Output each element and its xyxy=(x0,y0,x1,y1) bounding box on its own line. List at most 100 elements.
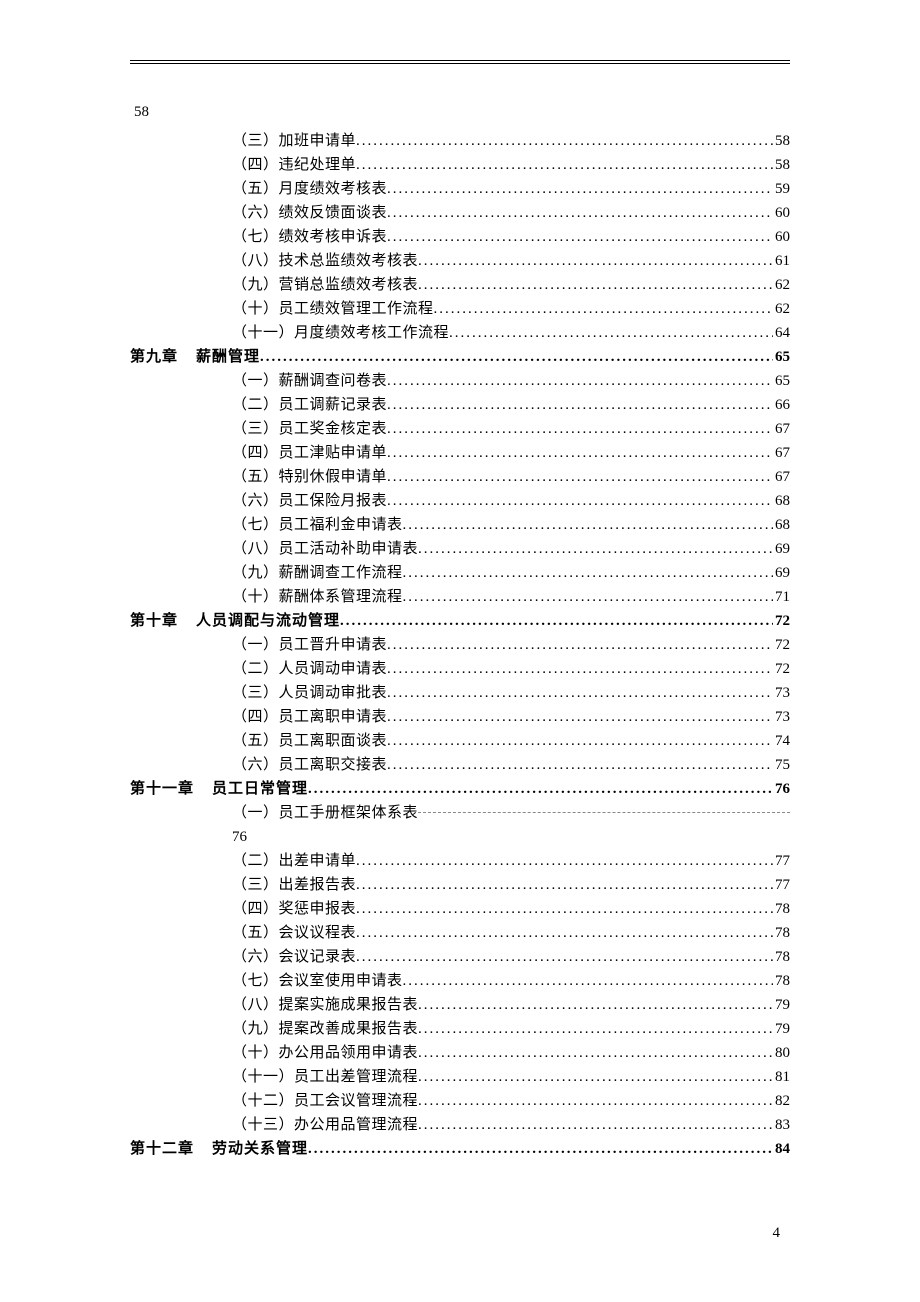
toc-leader-dots xyxy=(403,561,773,585)
toc-chapter-number: 第十二章 xyxy=(130,1137,194,1161)
toc-leader-dots xyxy=(418,1041,773,1065)
toc-entry-label: （四）违纪处理单 xyxy=(232,153,356,177)
toc-entry-label: （三）出差报告表 xyxy=(232,873,356,897)
toc-entry-label: （十三）办公用品管理流程 xyxy=(232,1113,418,1137)
toc-page-number: 67 xyxy=(773,441,790,465)
toc-entry: （六）员工保险月报表 68 xyxy=(130,489,790,513)
toc-page-number: 72 xyxy=(773,657,790,681)
toc-page-number: 68 xyxy=(773,489,790,513)
toc-entry-label: （一）员工晋升申请表 xyxy=(232,633,387,657)
toc-entry-label: （六）会议记录表 xyxy=(232,945,356,969)
toc-chapter-title: 人员调配与流动管理 xyxy=(196,609,340,633)
toc-page-number: 68 xyxy=(773,513,790,537)
toc-entry-label: （六）员工离职交接表 xyxy=(232,753,387,777)
toc-page-number: 69 xyxy=(773,561,790,585)
toc-chapter: 第十章人员调配与流动管理 72 xyxy=(130,609,790,633)
table-of-contents: （三）加班申请单 58（四）违纪处理单 58（五）月度绩效考核表 59（六）绩效… xyxy=(130,129,790,1161)
toc-page-number: 67 xyxy=(773,417,790,441)
toc-page-number: 82 xyxy=(773,1089,790,1113)
toc-leader-dots xyxy=(418,537,773,561)
toc-entry: （六）会议记录表 78 xyxy=(130,945,790,969)
toc-leader-dots xyxy=(308,1137,773,1161)
toc-chapter-title: 劳动关系管理 xyxy=(212,1137,308,1161)
toc-entry-label: （五）特别休假申请单 xyxy=(232,465,387,489)
toc-entry: （十三）办公用品管理流程 83 xyxy=(130,1113,790,1137)
toc-entry: （一）员工手册框架体系表 xyxy=(130,801,790,825)
toc-entry: （五）会议议程表 78 xyxy=(130,921,790,945)
toc-chapter-title: 员工日常管理 xyxy=(212,777,308,801)
toc-entry: （五）月度绩效考核表 59 xyxy=(130,177,790,201)
toc-entry-label: （十一）月度绩效考核工作流程 xyxy=(232,321,449,345)
toc-entry-label: （三）加班申请单 xyxy=(232,129,356,153)
toc-entry: （二）人员调动申请表 72 xyxy=(130,657,790,681)
toc-entry: （八）员工活动补助申请表 69 xyxy=(130,537,790,561)
toc-page-number: 78 xyxy=(773,897,790,921)
toc-entry-label: （十）薪酬体系管理流程 xyxy=(232,585,403,609)
toc-leader-dots xyxy=(418,1089,773,1113)
toc-page-number: 59 xyxy=(773,177,790,201)
toc-wrapped-page-number: 76 xyxy=(130,825,790,849)
toc-entry-label: （十）办公用品领用申请表 xyxy=(232,1041,418,1065)
toc-entry-label: （一）薪酬调查问卷表 xyxy=(232,369,387,393)
toc-page-number: 79 xyxy=(773,1017,790,1041)
toc-entry-label: （五）月度绩效考核表 xyxy=(232,177,387,201)
toc-entry-label: （九）薪酬调查工作流程 xyxy=(232,561,403,585)
toc-entry-label: （六）绩效反馈面谈表 xyxy=(232,201,387,225)
toc-leader-dots xyxy=(418,1065,773,1089)
toc-chapter: 第十一章员工日常管理 76 xyxy=(130,777,790,801)
toc-entry-label: （八）技术总监绩效考核表 xyxy=(232,249,418,273)
toc-leader-dots xyxy=(387,369,773,393)
toc-page-number: 62 xyxy=(773,273,790,297)
toc-page-number: 83 xyxy=(773,1113,790,1137)
toc-leader-dots xyxy=(434,297,773,321)
toc-leader-dots xyxy=(387,465,773,489)
toc-leader-dots xyxy=(387,753,773,777)
toc-entry: （三）出差报告表 77 xyxy=(130,873,790,897)
toc-page-number: 66 xyxy=(773,393,790,417)
toc-chapter-number: 第九章 xyxy=(130,345,178,369)
toc-entry-label: （二）人员调动申请表 xyxy=(232,657,387,681)
toc-entry: （八）提案实施成果报告表 79 xyxy=(130,993,790,1017)
toc-page-number: 58 xyxy=(773,129,790,153)
toc-entry-label: （七）绩效考核申诉表 xyxy=(232,225,387,249)
toc-page-number: 73 xyxy=(773,681,790,705)
toc-leader-dots xyxy=(418,1113,773,1137)
toc-leader-dots xyxy=(356,153,773,177)
toc-leader-dots xyxy=(340,609,773,633)
toc-entry: （四）员工津贴申请单 67 xyxy=(130,441,790,465)
toc-page-number: 65 xyxy=(773,369,790,393)
toc-entry-label: （二）出差申请单 xyxy=(232,849,356,873)
toc-page-number: 64 xyxy=(773,321,790,345)
toc-leader-dots xyxy=(356,873,773,897)
toc-entry: （一）薪酬调查问卷表 65 xyxy=(130,369,790,393)
toc-page-number: 60 xyxy=(773,201,790,225)
toc-entry-label: （九）提案改善成果报告表 xyxy=(232,1017,418,1041)
toc-chapter-number: 第十章 xyxy=(130,609,178,633)
toc-page-number: 74 xyxy=(773,729,790,753)
toc-leader-dots xyxy=(356,945,773,969)
toc-leader-dots xyxy=(418,1017,773,1041)
toc-page-number: 81 xyxy=(773,1065,790,1089)
toc-entry: （一）员工晋升申请表 72 xyxy=(130,633,790,657)
toc-entry: （十一）月度绩效考核工作流程 64 xyxy=(130,321,790,345)
toc-entry-label: （八）员工活动补助申请表 xyxy=(232,537,418,561)
toc-leader-dots xyxy=(449,321,773,345)
toc-entry: （九）营销总监绩效考核表 62 xyxy=(130,273,790,297)
toc-leader-dots xyxy=(387,393,773,417)
toc-entry: （三）员工奖金核定表 67 xyxy=(130,417,790,441)
toc-leader-dots xyxy=(418,273,773,297)
toc-entry: （三）加班申请单 58 xyxy=(130,129,790,153)
toc-entry: （七）会议室使用申请表 78 xyxy=(130,969,790,993)
toc-entry: （三）人员调动审批表 73 xyxy=(130,681,790,705)
toc-entry-label: （五）会议议程表 xyxy=(232,921,356,945)
toc-entry-label: （一）员工手册框架体系表 xyxy=(232,801,418,825)
toc-entry: （九）提案改善成果报告表 79 xyxy=(130,1017,790,1041)
header-rule-2 xyxy=(130,63,790,64)
toc-chapter-title: 薪酬管理 xyxy=(196,345,260,369)
toc-entry: （二）员工调薪记录表 66 xyxy=(130,393,790,417)
toc-entry-label: （二）员工调薪记录表 xyxy=(232,393,387,417)
toc-entry-label: （三）人员调动审批表 xyxy=(232,681,387,705)
toc-leader-dots xyxy=(403,969,773,993)
toc-entry-label: （十）员工绩效管理工作流程 xyxy=(232,297,434,321)
toc-entry-label: （四）奖惩申报表 xyxy=(232,897,356,921)
